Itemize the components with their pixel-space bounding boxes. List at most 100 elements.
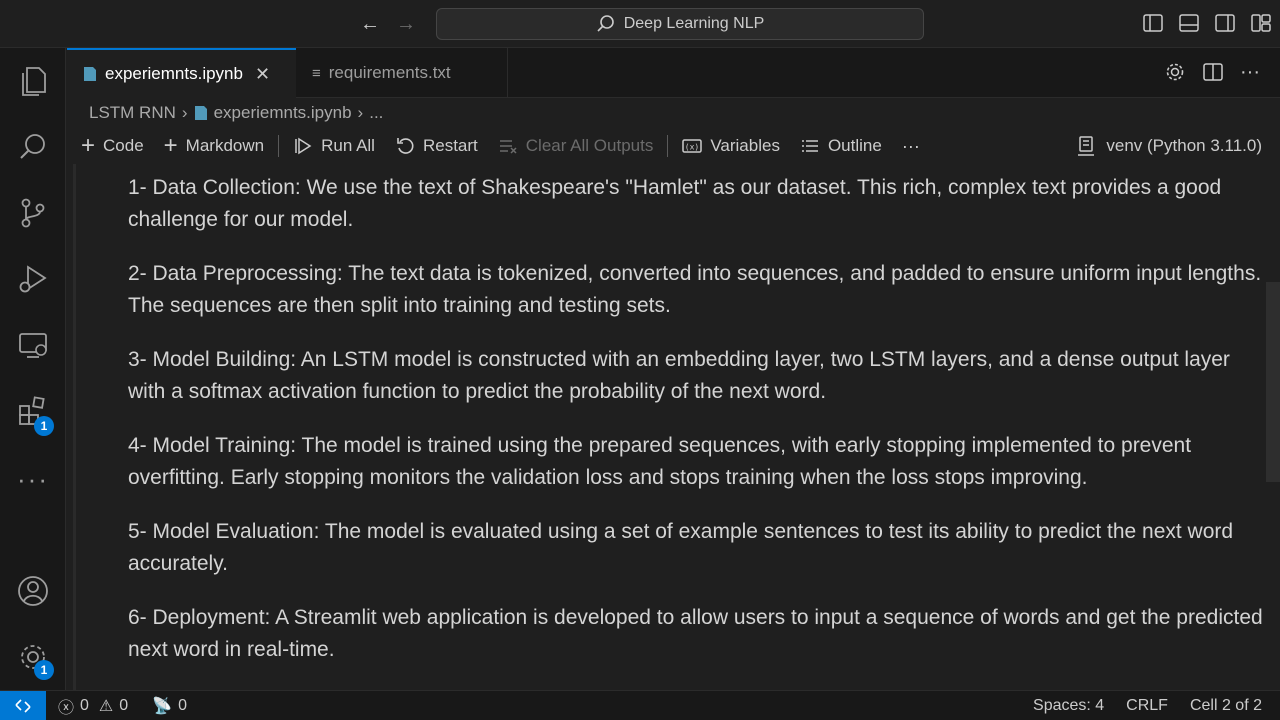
clear-all-outputs-label: Clear All Outputs bbox=[525, 136, 654, 155]
toggle-panel-icon[interactable] bbox=[1178, 12, 1200, 34]
more-actions-icon[interactable]: ··· bbox=[1240, 61, 1260, 83]
breadcrumb: LSTM RNN › experiemnts.ipynb › ... bbox=[89, 100, 383, 126]
outline-list-icon bbox=[801, 140, 818, 152]
svg-text:(x): (x) bbox=[685, 143, 699, 152]
plus-icon: + bbox=[163, 132, 178, 159]
variables-label: Variables bbox=[710, 136, 780, 155]
run-all-button[interactable]: Run All bbox=[283, 130, 385, 162]
vertical-scrollbar[interactable] bbox=[1266, 282, 1280, 482]
eol-status[interactable]: CRLF bbox=[1126, 697, 1168, 715]
problems-indicator[interactable]: ⓧ 0 ⚠ 0 📡 0 bbox=[58, 691, 187, 720]
warning-count: 0 bbox=[119, 697, 129, 714]
command-center-search[interactable]: Deep Learning NLP bbox=[436, 8, 924, 40]
tab-label: requirements.txt bbox=[328, 63, 451, 82]
notebook-file-icon bbox=[84, 67, 96, 81]
cell-focus-indicator bbox=[73, 164, 76, 690]
breadcrumb-file[interactable]: experiemnts.ipynb bbox=[214, 103, 352, 123]
paragraph-deployment: 6- Deployment: A Streamlit web applicati… bbox=[128, 606, 1263, 661]
error-count: 0 bbox=[80, 697, 89, 714]
title-bar: ← → Deep Learning NLP bbox=[0, 0, 1280, 48]
editor-tab-bar: experiemnts.ipynb ✕ ≡ requirements.txt ·… bbox=[67, 48, 1280, 98]
activity-extensions[interactable]: 1 bbox=[0, 378, 66, 444]
activity-search[interactable] bbox=[0, 114, 66, 180]
ports-icon: 📡 bbox=[152, 698, 173, 715]
outline-button[interactable]: Outline bbox=[790, 130, 892, 162]
indentation-status[interactable]: Spaces: 4 bbox=[1033, 697, 1104, 715]
extensions-badge: 1 bbox=[34, 416, 54, 436]
notebook-editor[interactable]: 1- Data Collection: We use the text of S… bbox=[67, 164, 1280, 690]
search-icon bbox=[20, 134, 45, 159]
paragraph-model-building: 3- Model Building: An LSTM model is cons… bbox=[128, 348, 1230, 403]
remote-explorer-icon bbox=[19, 333, 47, 358]
more-dots-icon: ··· bbox=[17, 463, 49, 494]
kernel-picker[interactable]: venv (Python 3.11.0) bbox=[1076, 130, 1262, 162]
breadcrumb-more[interactable]: ... bbox=[369, 103, 383, 123]
toggle-secondary-sidebar-icon[interactable] bbox=[1214, 12, 1236, 34]
tab-label: experiemnts.ipynb bbox=[105, 64, 243, 83]
outline-label: Outline bbox=[827, 136, 882, 155]
kernel-icon bbox=[1078, 136, 1095, 156]
remote-icon bbox=[15, 699, 31, 713]
variables-button[interactable]: (x) Variables bbox=[672, 130, 790, 162]
restart-label: Restart bbox=[422, 136, 478, 155]
notebook-file-icon bbox=[194, 106, 207, 120]
warning-icon: ⚠ bbox=[98, 698, 114, 715]
status-bar: ⓧ 0 ⚠ 0 📡 0 Spaces: 4 CRLF Cell 2 of 2 bbox=[0, 690, 1280, 720]
clear-all-outputs-button[interactable]: Clear All Outputs bbox=[488, 130, 664, 162]
restart-icon bbox=[397, 138, 414, 154]
paragraph-data-collection: 1- Data Collection: We use the text of S… bbox=[128, 176, 1222, 231]
more-toolbar-actions-button[interactable]: ··· bbox=[892, 130, 930, 162]
text-file-icon: ≡ bbox=[312, 64, 321, 82]
cell-position-status[interactable]: Cell 2 of 2 bbox=[1190, 697, 1262, 715]
explorer-files-icon bbox=[22, 67, 46, 96]
search-text: Deep Learning NLP bbox=[623, 15, 765, 32]
editor-actions: ··· bbox=[1164, 61, 1260, 83]
code-label: Code bbox=[103, 136, 144, 155]
layout-controls bbox=[1142, 12, 1272, 34]
toolbar-divider bbox=[667, 135, 669, 157]
activity-accounts[interactable] bbox=[0, 558, 66, 624]
split-editor-icon[interactable] bbox=[1202, 61, 1224, 83]
run-all-icon bbox=[295, 137, 312, 155]
toolbar-divider bbox=[278, 135, 280, 157]
markdown-cell[interactable]: 1- Data Collection: We use the text of S… bbox=[128, 172, 1268, 688]
paragraph-model-training: 4- Model Training: The model is trained … bbox=[128, 434, 1192, 489]
add-code-cell-button[interactable]: + Code bbox=[67, 130, 154, 162]
activity-manage[interactable]: 1 bbox=[0, 624, 66, 690]
chevron-right-icon: › bbox=[357, 103, 364, 122]
notebook-toolbar: + Code + Markdown Run All Restart Clear … bbox=[67, 128, 1280, 164]
error-icon: ⓧ bbox=[58, 700, 75, 717]
activity-source-control[interactable] bbox=[0, 180, 66, 246]
toggle-primary-sidebar-icon[interactable] bbox=[1142, 12, 1164, 34]
variables-icon: (x) bbox=[682, 139, 703, 153]
run-debug-icon bbox=[19, 265, 47, 293]
status-right: Spaces: 4 CRLF Cell 2 of 2 bbox=[1033, 691, 1262, 720]
activity-more[interactable]: ··· bbox=[0, 446, 66, 512]
activity-bar: 1 ··· 1 bbox=[0, 48, 66, 690]
forward-arrow-icon[interactable]: → bbox=[394, 12, 418, 36]
chevron-right-icon: › bbox=[181, 103, 188, 122]
clear-all-icon bbox=[499, 140, 517, 154]
activity-remote-explorer[interactable] bbox=[0, 312, 66, 378]
gear-icon[interactable] bbox=[1164, 61, 1186, 83]
run-all-label: Run All bbox=[321, 136, 375, 155]
back-arrow-icon[interactable]: ← bbox=[358, 12, 382, 36]
paragraph-model-evaluation: 5- Model Evaluation: The model is evalua… bbox=[128, 520, 1234, 575]
kernel-label: venv (Python 3.11.0) bbox=[1106, 136, 1262, 155]
add-markdown-cell-button[interactable]: + Markdown bbox=[154, 130, 274, 162]
activity-run-debug[interactable] bbox=[0, 246, 66, 312]
close-icon[interactable]: ✕ bbox=[255, 64, 270, 85]
restart-button[interactable]: Restart bbox=[385, 130, 488, 162]
customize-layout-icon[interactable] bbox=[1250, 12, 1272, 34]
remote-indicator[interactable] bbox=[0, 691, 46, 720]
paragraph-data-preprocessing: 2- Data Preprocessing: The text data is … bbox=[128, 262, 1262, 317]
tab-requirements-txt[interactable]: ≡ requirements.txt bbox=[296, 48, 508, 98]
breadcrumb-folder[interactable]: LSTM RNN bbox=[89, 103, 176, 123]
ports-count: 0 bbox=[178, 697, 187, 714]
markdown-label: Markdown bbox=[185, 136, 265, 155]
source-control-icon bbox=[21, 198, 45, 228]
activity-explorer[interactable] bbox=[0, 48, 66, 114]
tab-experiemnts-ipynb[interactable]: experiemnts.ipynb ✕ bbox=[67, 48, 296, 98]
plus-icon: + bbox=[81, 132, 96, 159]
search-icon bbox=[597, 15, 614, 32]
